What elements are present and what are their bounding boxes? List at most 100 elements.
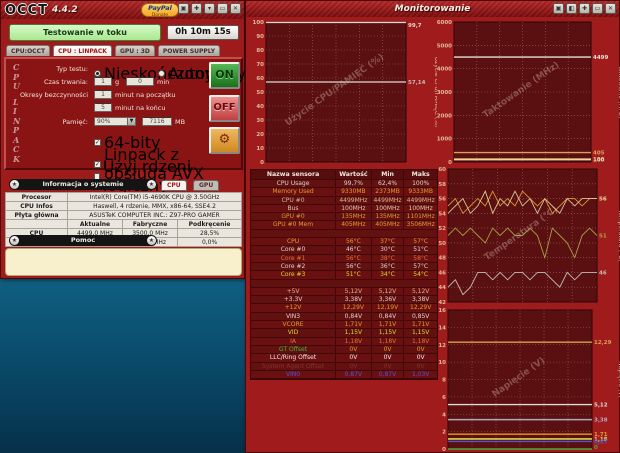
svg-text:57,14: 57,14 <box>408 80 426 86</box>
czas-min-input[interactable]: 0 <box>126 77 154 86</box>
monitoring-titlebar[interactable]: Monitorowanie ▣◧✚▭✕ <box>246 1 619 17</box>
svg-text:2000: 2000 <box>437 113 452 119</box>
okres-start-unit: minut na początku <box>115 91 175 99</box>
svg-text:0: 0 <box>260 160 264 166</box>
sensor-header-cell: Nazwa sensora <box>251 170 336 179</box>
sensor-row: Core #046°C30°C51°C <box>251 246 437 254</box>
sensor-value: 5,12V <box>336 288 372 295</box>
sensor-value: 0V <box>372 346 405 353</box>
sensor-value: 0V <box>404 354 437 361</box>
sensor-value: 100% <box>404 180 437 187</box>
monitoring-window: Monitorowanie ▣◧✚▭✕ 01020304050607080901… <box>245 0 620 453</box>
minimize-icon[interactable]: ▾ <box>204 3 215 14</box>
chart-cpu-memory-usage: 0102030405060708090100Użycie CPU/PAMIĘĆ … <box>250 20 437 166</box>
sensor-name: VCORE <box>251 321 336 328</box>
sensor-row: VID1,15V1,15V1,15V <box>251 329 437 337</box>
sensor-name: +3.3V <box>251 296 336 303</box>
sensor-row: VIN30,84V0,84V0,85V <box>251 313 437 321</box>
czas-h-input[interactable]: 1 <box>94 77 112 86</box>
svg-text:44: 44 <box>438 285 446 291</box>
sysinfo-header: ★ Informacja o systemie ★ <box>9 179 157 190</box>
sensor-name: GT Offset <box>251 346 336 353</box>
svg-text:0: 0 <box>594 445 598 451</box>
sensor-name: CPU #0 <box>251 197 336 204</box>
paypal-label: PayPal <box>142 5 178 12</box>
paypal-donate-label: Donate <box>142 12 178 19</box>
close-icon[interactable]: ✕ <box>605 3 616 14</box>
svg-text:4499: 4499 <box>593 55 608 61</box>
svg-text:60: 60 <box>438 167 446 173</box>
sensor-value: 0,84V <box>372 313 405 320</box>
svg-text:2: 2 <box>442 430 446 436</box>
sysinfo-tab-gpu[interactable]: GPU <box>193 180 219 191</box>
sensor-name: Core #2 <box>251 263 336 270</box>
okresy-label: Okresy bezczynności <box>8 91 88 99</box>
status-bar: Testowanie w toku <box>9 24 161 41</box>
star-icon[interactable]: ★ <box>10 236 19 245</box>
star-icon[interactable]: ★ <box>147 180 156 189</box>
move-icon[interactable]: ✚ <box>191 3 202 14</box>
sensor-row: GT Offset0V0V0V <box>251 346 437 354</box>
svg-text:5000: 5000 <box>437 43 452 49</box>
sensor-row: GPU #0135MHz135MHz1101MHz <box>251 213 437 221</box>
settings-gear-button[interactable]: ⚙ <box>209 127 240 154</box>
on-button[interactable]: ON <box>209 62 240 89</box>
off-button[interactable]: OFF <box>209 95 240 122</box>
svg-text:100: 100 <box>593 158 605 164</box>
sensor-row: GPU #0 Mem405MHz405MHz3506MHz <box>251 221 437 229</box>
chart-voltages: 0246810121416Napięcie (V)12,295,123,381,… <box>437 308 620 453</box>
sensor-value: 0V <box>336 354 372 361</box>
svg-text:51: 51 <box>599 234 607 240</box>
okres-end-input[interactable]: 5 <box>94 103 112 112</box>
tab-cpu-occt[interactable]: CPU:OCCT <box>6 45 50 56</box>
star-icon[interactable]: ★ <box>147 236 156 245</box>
screen-icon[interactable]: ▣ <box>553 3 564 14</box>
sensor-value: 0V <box>336 346 372 353</box>
okres-start-input[interactable]: 1 <box>94 90 112 99</box>
close-icon[interactable]: ✕ <box>230 3 241 14</box>
minimize-icon[interactable]: ✚ <box>579 3 590 14</box>
sensor-value: 1,18V <box>372 338 405 345</box>
sensor-value: 56°C <box>336 255 372 262</box>
sensor-value: 4499MHz <box>372 197 405 204</box>
sensor-row: Core #156°C38°C58°C <box>251 255 437 263</box>
sensor-value: 0,84V <box>336 313 372 320</box>
sensor-name: GPU #0 <box>251 213 336 220</box>
pamiec-mb-input[interactable]: 7116 <box>142 117 172 126</box>
sensor-value: 5,12V <box>404 288 437 295</box>
occt-main-window: OCCT 4.4.2 PayPal Donate ▣✚▾▭✕ Testowani… <box>0 0 245 279</box>
sensor-value: 405MHz <box>372 221 405 228</box>
tab-cpu-linpack[interactable]: CPU : LINPACK <box>53 45 112 56</box>
sensor-separator-row <box>251 230 437 238</box>
sensor-value: 38°C <box>372 255 405 262</box>
sysinfo-tab-cpu[interactable]: CPU <box>161 180 187 191</box>
sensor-value: 1,18V <box>336 338 372 345</box>
occt-titlebar[interactable]: OCCT 4.4.2 PayPal Donate ▣✚▾▭✕ <box>1 1 244 19</box>
sensor-value: 62,4% <box>372 180 405 187</box>
sensor-value: 3,38V <box>336 296 372 303</box>
sysinfo-row: CPU InfosHaswell, 4 rdzenie, MMX, x86-64… <box>6 202 242 211</box>
svg-text:48: 48 <box>438 256 446 262</box>
maximize-icon[interactable]: ▭ <box>217 3 228 14</box>
svg-text:20: 20 <box>256 132 264 138</box>
svg-text:16: 16 <box>438 308 446 314</box>
sensor-value: 0,85V <box>404 313 437 320</box>
svg-text:10: 10 <box>256 146 264 152</box>
sensor-value: 5,12V <box>372 288 405 295</box>
sensor-value: 0,87V <box>372 371 405 378</box>
svg-text:3000: 3000 <box>437 90 452 96</box>
move-icon[interactable]: ◧ <box>566 3 577 14</box>
screen-icon[interactable]: ▣ <box>178 3 189 14</box>
pamiec-select[interactable]: 90% ▼ <box>94 117 136 126</box>
star-icon[interactable]: ★ <box>10 180 19 189</box>
sensor-name: CPU Usage <box>251 180 336 187</box>
tab-gpu-3d[interactable]: GPU : 3D <box>115 45 155 56</box>
sensor-value: 1,71V <box>336 321 372 328</box>
paypal-donate-button[interactable]: PayPal Donate <box>141 3 179 17</box>
sensor-row: +3.3V3,38V3,36V3,38V <box>251 296 437 304</box>
sensor-name: VIN3 <box>251 313 336 320</box>
sensor-value: 1,71V <box>404 321 437 328</box>
chevron-down-icon[interactable]: ▼ <box>127 118 135 125</box>
tab-power-supply[interactable]: POWER SUPPLY <box>158 45 220 56</box>
maximize-icon[interactable]: ▭ <box>592 3 603 14</box>
